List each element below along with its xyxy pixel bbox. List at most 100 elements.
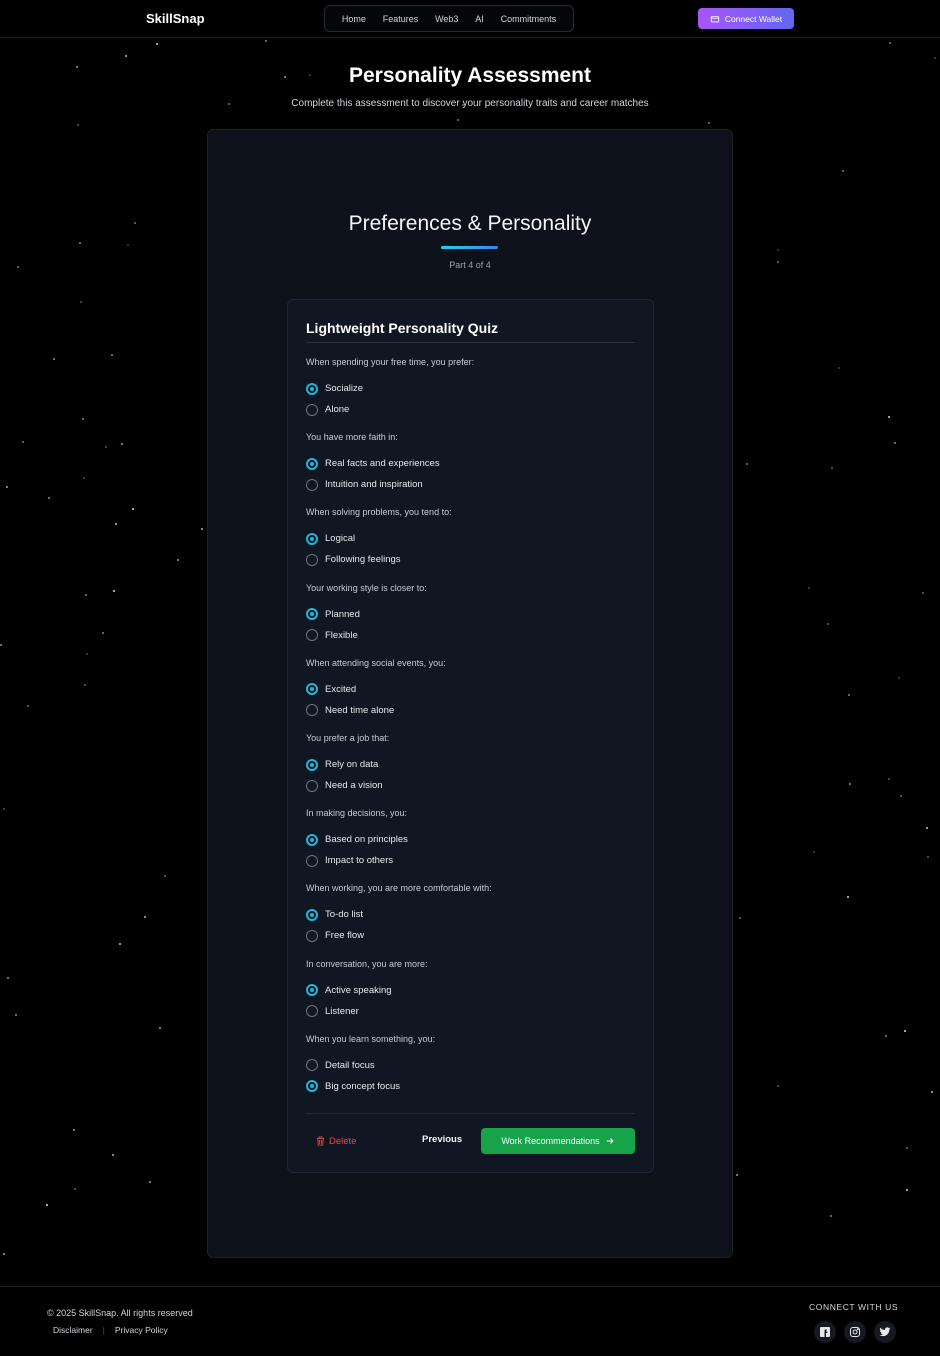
radio-option[interactable]: Big concept focus bbox=[306, 1076, 635, 1097]
quiz-question: When working, you are more comfortable w… bbox=[306, 882, 635, 946]
work-recommendations-button[interactable]: Work Recommendations bbox=[481, 1128, 635, 1154]
radio-button[interactable] bbox=[306, 929, 318, 942]
question-text: You have more faith in: bbox=[306, 432, 398, 443]
radio-button[interactable] bbox=[306, 629, 318, 642]
star bbox=[906, 1147, 908, 1149]
star bbox=[777, 1085, 779, 1087]
radio-button[interactable] bbox=[306, 403, 318, 416]
radio-option[interactable]: Need a vision bbox=[306, 775, 635, 796]
star bbox=[77, 124, 79, 126]
twitter-link[interactable] bbox=[874, 1321, 896, 1343]
radio-button[interactable] bbox=[306, 1005, 318, 1018]
star bbox=[159, 1027, 161, 1029]
logo[interactable]: SkillSnap bbox=[146, 11, 205, 26]
star bbox=[7, 977, 9, 979]
footer-link-privacy-policy[interactable]: Privacy Policy bbox=[115, 1325, 168, 1335]
radio-option-label: To-do list bbox=[325, 909, 364, 921]
star bbox=[926, 827, 928, 829]
radio-option[interactable]: Alone bbox=[306, 399, 635, 420]
radio-button[interactable] bbox=[306, 833, 318, 846]
divider bbox=[306, 342, 635, 343]
star bbox=[53, 358, 55, 360]
previous-button[interactable]: Previous bbox=[422, 1134, 462, 1145]
star bbox=[739, 917, 741, 919]
star bbox=[121, 443, 123, 445]
nav-link-web3[interactable]: Web3 bbox=[435, 14, 458, 24]
star bbox=[808, 587, 810, 589]
radio-button[interactable] bbox=[306, 779, 318, 792]
star bbox=[15, 1014, 17, 1016]
delete-button[interactable]: Delete bbox=[316, 1134, 356, 1148]
radio-option-label: Listener bbox=[325, 1005, 359, 1017]
nav-links: Home Features Web3 AI Commitments bbox=[324, 5, 574, 32]
radio-option-label: Big concept focus bbox=[325, 1080, 400, 1092]
nav-link-features[interactable]: Features bbox=[383, 14, 419, 24]
star bbox=[265, 40, 267, 42]
radio-button[interactable] bbox=[306, 683, 318, 696]
star bbox=[927, 856, 929, 858]
radio-option[interactable]: Following feelings bbox=[306, 549, 635, 570]
star bbox=[888, 778, 890, 780]
radio-option[interactable]: To-do list bbox=[306, 904, 635, 925]
radio-button[interactable] bbox=[306, 1080, 318, 1093]
radio-option[interactable]: Intuition and inspiration bbox=[306, 474, 635, 495]
radio-button[interactable] bbox=[306, 532, 318, 545]
radio-option[interactable]: Planned bbox=[306, 604, 635, 625]
radio-button[interactable] bbox=[306, 854, 318, 867]
radio-option[interactable]: Rely on data bbox=[306, 754, 635, 775]
radio-option[interactable]: Listener bbox=[306, 1001, 635, 1022]
star bbox=[82, 418, 84, 420]
star bbox=[79, 242, 81, 244]
radio-option[interactable]: Excited bbox=[306, 679, 635, 700]
footer: © 2025 SkillSnap. All rights reserved Di… bbox=[0, 1286, 940, 1356]
radio-option-label: Real facts and experiences bbox=[325, 458, 440, 470]
connect-wallet-button[interactable]: Connect Wallet bbox=[698, 8, 794, 29]
star bbox=[48, 497, 50, 499]
radio-option[interactable]: Based on principles bbox=[306, 829, 635, 850]
connect-wallet-label: Connect Wallet bbox=[724, 13, 783, 24]
radio-button[interactable] bbox=[306, 382, 318, 395]
star bbox=[894, 442, 896, 444]
radio-button[interactable] bbox=[306, 908, 318, 921]
radio-button[interactable] bbox=[306, 608, 318, 621]
star bbox=[888, 416, 890, 418]
radio-option-label: Rely on data bbox=[325, 759, 379, 770]
question-text: You prefer a job that: bbox=[306, 733, 390, 743]
star bbox=[73, 1129, 75, 1131]
nav-link-ai[interactable]: AI bbox=[475, 14, 484, 24]
radio-button[interactable] bbox=[306, 1059, 318, 1072]
radio-button[interactable] bbox=[306, 457, 318, 470]
star bbox=[115, 523, 117, 525]
footer-links: Disclaimer | Privacy Policy bbox=[53, 1325, 168, 1335]
star bbox=[457, 119, 459, 121]
radio-option[interactable]: Logical bbox=[306, 528, 635, 549]
star bbox=[934, 57, 936, 59]
star bbox=[931, 1091, 933, 1093]
instagram-link[interactable] bbox=[844, 1321, 866, 1343]
radio-option[interactable]: Detail focus bbox=[306, 1055, 635, 1076]
star bbox=[849, 783, 851, 785]
nav-link-commitments[interactable]: Commitments bbox=[501, 14, 557, 24]
star bbox=[0, 644, 2, 646]
footer-link-disclaimer[interactable]: Disclaimer bbox=[53, 1325, 93, 1335]
radio-option[interactable]: Flexible bbox=[306, 625, 635, 646]
radio-button[interactable] bbox=[306, 553, 318, 566]
radio-option-label: Logical bbox=[325, 533, 356, 545]
radio-option[interactable]: Active speaking bbox=[306, 980, 635, 1001]
radio-button[interactable] bbox=[306, 704, 318, 717]
quiz-question: When you learn something, you: Detail foc… bbox=[306, 1033, 635, 1097]
radio-button[interactable] bbox=[306, 758, 318, 771]
radio-option[interactable]: Free flow bbox=[306, 925, 635, 946]
star bbox=[119, 943, 121, 945]
nav-link-home[interactable]: Home bbox=[342, 14, 366, 24]
radio-option-label: Alone bbox=[325, 404, 350, 415]
radio-button[interactable] bbox=[306, 984, 318, 997]
radio-option[interactable]: Impact to others bbox=[306, 850, 635, 871]
radio-option[interactable]: Need time alone bbox=[306, 700, 635, 721]
facebook-link[interactable] bbox=[814, 1321, 836, 1343]
radio-button[interactable] bbox=[306, 478, 318, 491]
question-text: In conversation, you are more: bbox=[306, 958, 428, 969]
radio-option[interactable]: Real facts and experiences bbox=[306, 453, 635, 474]
delete-label: Delete bbox=[329, 1135, 357, 1147]
radio-option[interactable]: Socialize bbox=[306, 378, 635, 399]
